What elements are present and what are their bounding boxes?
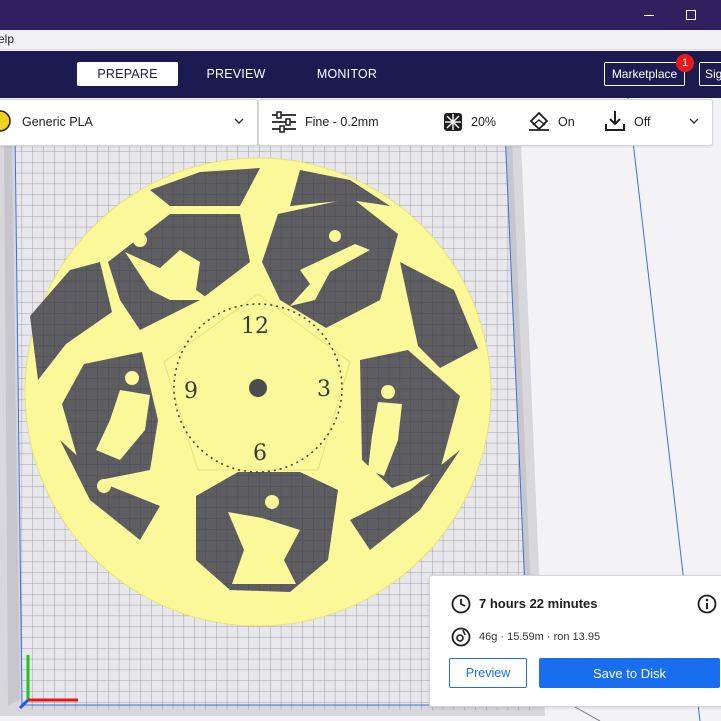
signin-button[interactable]: Sig [699,62,721,86]
print-time: 7 hours 22 minutes [479,596,598,611]
material-label: Generic PLA [22,115,93,129]
profile-label: Fine - 0.2mm [305,115,379,129]
support-label: On [558,115,575,129]
adhesion-label: Off [634,115,651,129]
menu-bar: elp [0,30,721,50]
adhesion-icon [605,111,625,131]
marketplace-badge: 1 [676,54,694,72]
material-estimate: 46g · 15.59m · ron 13.95 [479,631,601,643]
tab-preview[interactable]: PREVIEW [196,62,276,86]
preview-button[interactable]: Preview [449,658,527,688]
minimize-button[interactable] [638,4,660,26]
title-bar [0,0,721,30]
clock-number-12: 12 [241,314,269,339]
chevron-down-icon[interactable] [233,115,245,127]
clock-number-6: 6 [253,441,267,466]
clock-icon [451,594,471,614]
minimize-icon [644,14,654,16]
model-soccer-clock[interactable]: 12 3 6 9 [24,157,492,627]
clock-number-3: 3 [317,377,331,402]
support-icon [529,111,549,131]
maximize-button[interactable] [680,4,702,26]
extruder-icon [0,110,11,132]
tab-prepare[interactable]: PREPARE [77,62,178,86]
cura-window: elp PREPARE PREVIEW MONITOR Marketplace … [0,0,721,721]
clock-number-9: 9 [184,379,198,404]
marketplace-button[interactable]: Marketplace [604,62,685,86]
save-to-disk-button[interactable]: Save to Disk [539,658,720,688]
info-icon[interactable] [697,594,717,614]
maximize-icon [686,10,696,20]
tab-monitor[interactable]: MONITOR [304,62,390,86]
spool-icon [451,627,471,647]
settings-sliders-icon [272,111,296,133]
infill-icon [444,113,462,131]
chevron-down-icon[interactable] [688,115,700,127]
menu-help[interactable]: elp [0,32,14,46]
infill-label: 20% [471,115,497,129]
